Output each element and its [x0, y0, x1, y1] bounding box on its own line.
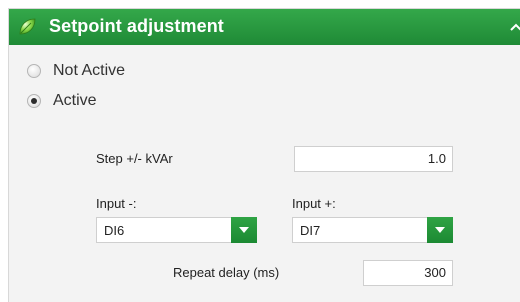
radio-label: Not Active — [53, 62, 126, 79]
chevron-up-icon[interactable] — [509, 21, 520, 33]
input-minus-label: Input -: — [96, 196, 137, 211]
panel-header[interactable]: Setpoint adjustment — [9, 9, 520, 45]
radio-button[interactable] — [27, 64, 41, 78]
input-plus-select[interactable]: DI7 — [292, 217, 453, 243]
leaf-icon — [19, 18, 36, 35]
input-plus-value: DI7 — [300, 223, 321, 238]
step-label: Step +/- kVAr — [96, 151, 173, 166]
input-plus-label: Input +: — [292, 196, 336, 211]
setpoint-adjustment-panel: Setpoint adjustment Not Active Active St… — [8, 8, 520, 302]
radio-label: Active — [53, 92, 97, 109]
radio-not-active[interactable]: Not Active — [27, 60, 125, 82]
radio-active[interactable]: Active — [27, 90, 97, 112]
chevron-down-icon[interactable] — [427, 217, 453, 243]
repeat-delay-input[interactable]: 300 — [363, 260, 453, 286]
panel-title: Setpoint adjustment — [49, 16, 224, 36]
repeat-delay-label: Repeat delay (ms) — [173, 265, 280, 280]
input-minus-value: DI6 — [104, 223, 125, 238]
input-minus-select[interactable]: DI6 — [96, 217, 257, 243]
radio-button[interactable] — [27, 94, 41, 108]
step-input[interactable]: 1.0 — [294, 146, 453, 172]
chevron-down-icon[interactable] — [231, 217, 257, 243]
